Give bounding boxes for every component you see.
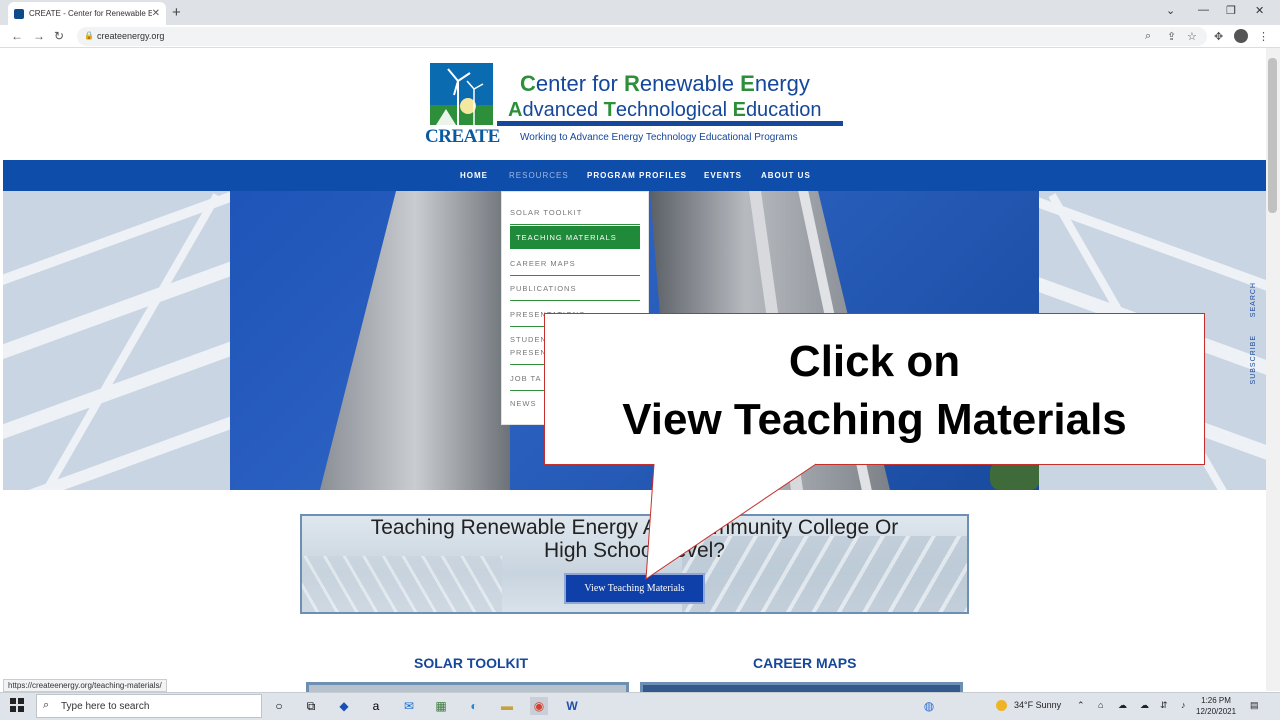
logo-tagline: Working to Advance Energy Technology Edu… xyxy=(520,132,798,143)
side-subscribe-link[interactable]: SUBSCRIBE xyxy=(1250,335,1257,384)
amazon-icon[interactable]: a xyxy=(367,697,385,715)
weather-sun-icon xyxy=(996,700,1007,711)
status-bar-url: https://createenergy.org/teaching-materi… xyxy=(3,679,167,692)
store-icon[interactable]: ▦ xyxy=(432,697,450,715)
taskbar-search-placeholder: Type here to search xyxy=(61,701,150,712)
lock-icon: 🔒 xyxy=(84,31,94,40)
nav-program-profiles[interactable]: PROGRAM PROFILES xyxy=(587,171,687,180)
logo-title-line2: Advanced Technological Education xyxy=(508,99,822,121)
tray-onedrive-icon[interactable]: ☁ xyxy=(1118,700,1127,711)
nav-events[interactable]: EVENTS xyxy=(704,171,742,180)
tray-cloud-icon[interactable]: ☁ xyxy=(1140,700,1149,711)
windows-start-icon[interactable] xyxy=(10,698,24,712)
zoom-icon[interactable]: ⌕ xyxy=(1145,30,1151,43)
nav-about-us[interactable]: ABOUT US xyxy=(761,171,811,180)
dropbox-icon[interactable]: ◆ xyxy=(335,697,353,715)
profile-avatar[interactable] xyxy=(1234,29,1248,43)
logo-wordmark: CREATE xyxy=(425,126,500,147)
dropdown-news[interactable]: NEWS xyxy=(510,399,537,408)
dropdown-solar-toolkit[interactable]: SOLAR TOOLKIT xyxy=(510,208,582,217)
file-explorer-icon[interactable]: ▬ xyxy=(498,697,516,715)
dropdown-teaching-materials-label: TEACHING MATERIALS xyxy=(516,233,617,242)
notification-icon[interactable]: ▤ xyxy=(1250,700,1259,711)
task-view-icon[interactable]: ⧉ xyxy=(302,697,320,715)
callout-line2: View Teaching Materials xyxy=(622,395,1127,444)
app-tray-icon[interactable]: ◍ xyxy=(920,697,938,715)
nav-home[interactable]: HOME xyxy=(460,171,488,180)
hero-solar-panel-left xyxy=(3,191,231,490)
weather-text[interactable]: 34°F Sunny xyxy=(1014,700,1061,710)
taskbar-clock[interactable]: 1:26 PM 12/20/2021 xyxy=(1196,695,1236,717)
reload-icon[interactable]: ↻ xyxy=(54,29,64,43)
edge-icon[interactable]: ◐ xyxy=(465,697,483,715)
mail-icon[interactable]: ✉ xyxy=(400,697,418,715)
dropdown-publications[interactable]: PUBLICATIONS xyxy=(510,284,576,293)
menu-icon[interactable]: ⋮ xyxy=(1258,30,1269,43)
back-icon[interactable]: ← xyxy=(11,29,23,43)
bookmark-star-icon[interactable]: ☆ xyxy=(1187,30,1197,43)
wind-turbine-icon xyxy=(436,68,484,125)
restore-icon[interactable]: ❐ xyxy=(1226,4,1236,17)
cortana-icon[interactable]: ○ xyxy=(270,697,288,715)
new-tab-button[interactable]: + xyxy=(172,4,181,21)
dropdown-career-maps[interactable]: CAREER MAPS xyxy=(510,259,576,268)
section-solar-toolkit: SOLAR TOOLKIT xyxy=(414,655,529,671)
dropdown-student-b[interactable]: PRESEN xyxy=(510,348,547,357)
tray-volume-icon[interactable]: ♪ xyxy=(1181,700,1186,710)
browser-tab[interactable]: CREATE - Center for Renewable E ✕ xyxy=(8,2,166,25)
dropdown-job[interactable]: JOB TA xyxy=(510,374,542,383)
scrollbar-thumb[interactable] xyxy=(1268,58,1277,213)
tab-search-icon[interactable]: ⌄ xyxy=(1166,4,1175,17)
minimize-icon[interactable]: — xyxy=(1198,4,1209,16)
side-search-link[interactable]: SEARCH xyxy=(1250,282,1257,317)
tray-usb-icon[interactable]: ⇵ xyxy=(1160,700,1168,711)
nav-resources[interactable]: RESOURCES xyxy=(509,171,569,180)
forward-icon[interactable]: → xyxy=(33,29,45,43)
callout-line1: Click on xyxy=(788,337,961,386)
close-window-icon[interactable]: ✕ xyxy=(1255,4,1264,17)
tab-title: CREATE - Center for Renewable E xyxy=(29,9,152,18)
site-favicon-icon xyxy=(14,8,24,19)
banner-heading-line2: High School Level? xyxy=(544,539,725,562)
dropdown-divider xyxy=(510,275,640,276)
share-icon[interactable]: ⇪ xyxy=(1167,30,1176,43)
banner-heading-line1: Teaching Renewable Energy At a Community… xyxy=(370,516,899,539)
close-tab-icon[interactable]: ✕ xyxy=(152,8,160,19)
extensions-icon[interactable]: ✥ xyxy=(1214,30,1223,43)
logo-title-line1: Center for Renewable Energy xyxy=(520,71,810,96)
dropdown-divider xyxy=(510,300,640,301)
tray-network-icon[interactable]: ⌂ xyxy=(1098,700,1103,710)
callout-pointer xyxy=(645,463,817,580)
section-career-maps: CAREER MAPS xyxy=(753,655,857,671)
chrome-icon[interactable]: ◉ xyxy=(530,697,548,715)
search-icon: ⌕ xyxy=(43,699,50,711)
word-icon[interactable]: W xyxy=(563,697,581,715)
tab-strip xyxy=(0,0,1280,25)
address-url: createenergy.org xyxy=(97,31,165,41)
tray-chevron-icon[interactable]: ⌃ xyxy=(1077,700,1085,711)
dropdown-divider xyxy=(510,224,640,225)
address-bar[interactable] xyxy=(77,27,1207,46)
logo-swoosh xyxy=(497,121,843,126)
